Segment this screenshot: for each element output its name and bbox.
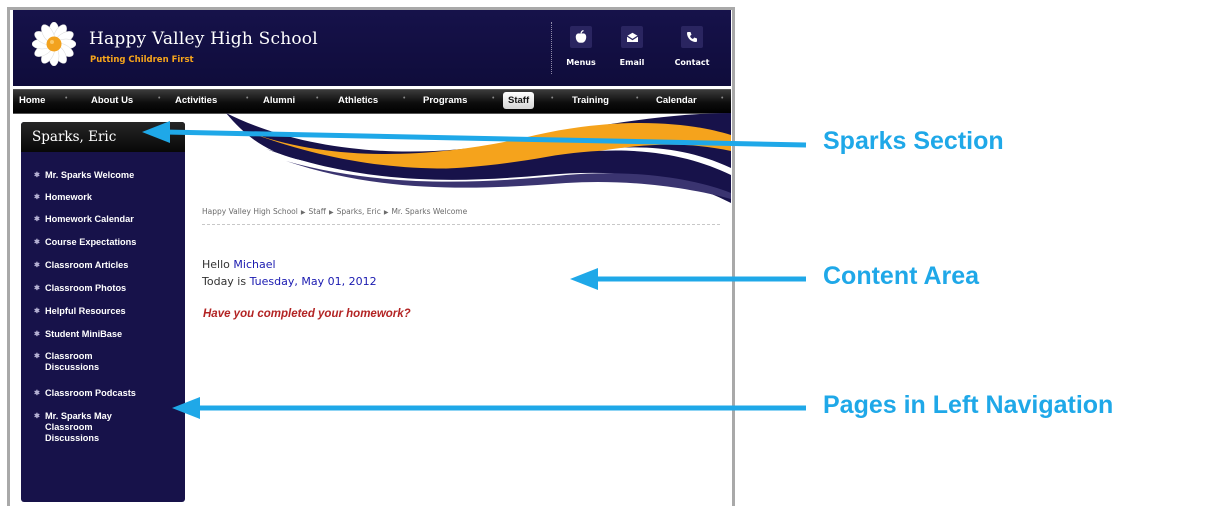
callout-sparks-section: Sparks Section: [823, 127, 1004, 155]
callout-content-area: Content Area: [823, 262, 980, 290]
callout-pages-in-left-navigation: Pages in Left Navigation: [823, 391, 1114, 419]
sparks-section-arrow: [142, 121, 807, 419]
